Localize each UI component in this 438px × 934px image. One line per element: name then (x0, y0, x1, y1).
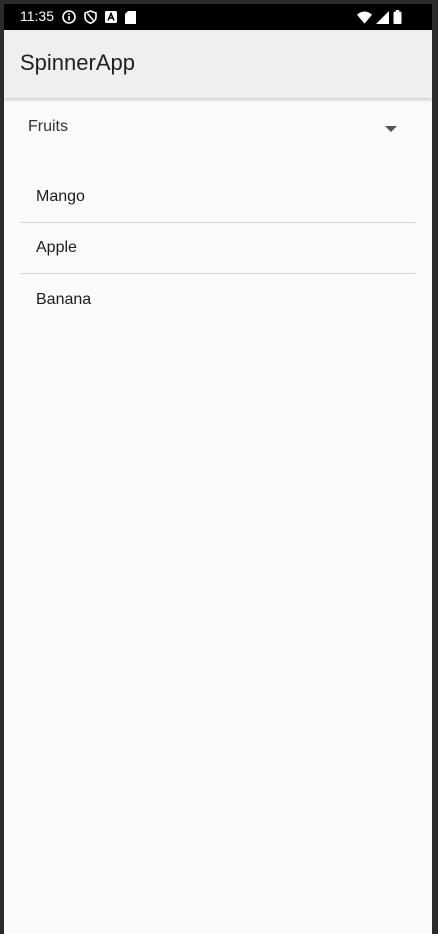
a-badge-icon (105, 11, 117, 23)
list-item-mango[interactable]: Mango (20, 172, 415, 223)
info-icon (62, 10, 76, 24)
fruits-spinner[interactable]: Fruits (4, 98, 432, 156)
phone-screen: 11:35 SpinnerApp Fruits Mango Apple Bana… (4, 4, 432, 934)
status-time: 11:35 (20, 8, 54, 24)
notification-icons (62, 9, 144, 25)
list-item-banana[interactable]: Banana (20, 274, 415, 325)
spinner-selected-value: Fruits (28, 118, 68, 135)
wifi-icon (357, 11, 372, 24)
battery-icon (393, 10, 402, 24)
app-bar: SpinnerApp (4, 30, 432, 98)
cell-signal-icon (376, 10, 389, 24)
app-title: SpinnerApp (20, 50, 135, 75)
sim-card-icon (125, 10, 136, 24)
fruit-list: Mango Apple Banana (20, 172, 415, 325)
dropdown-arrow-icon[interactable] (385, 126, 397, 132)
status-bar: 11:35 (4, 4, 432, 30)
system-icons (353, 9, 402, 25)
shield-icon (84, 10, 97, 24)
list-item-apple[interactable]: Apple (20, 223, 415, 274)
